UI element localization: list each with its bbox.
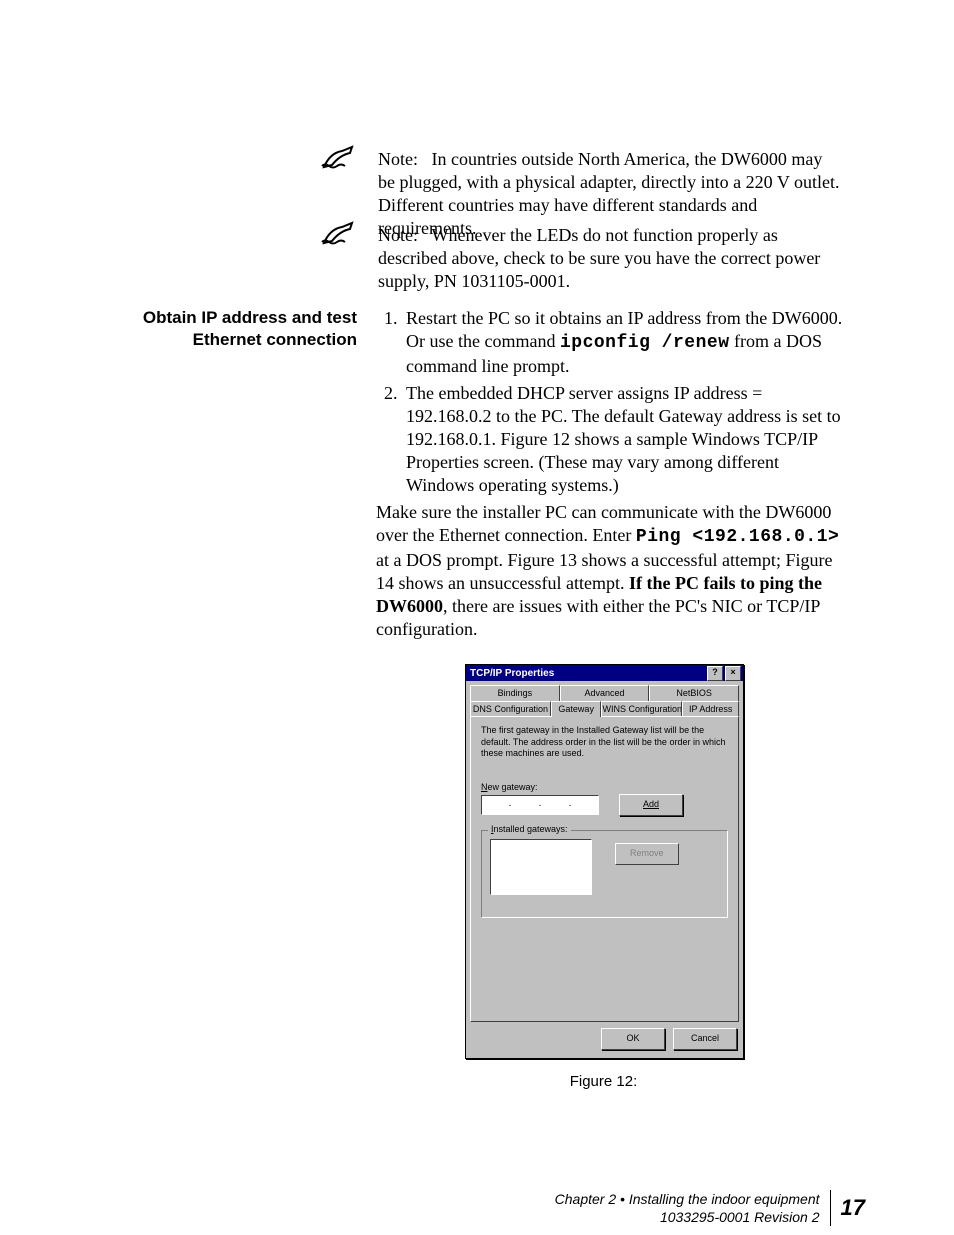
installed-gateways-label: Installed gateways:	[488, 824, 571, 834]
installed-gateways-listbox[interactable]	[490, 839, 592, 895]
steps-list: Restart the PC so it obtains an IP addre…	[378, 307, 848, 497]
installed-gateways-group: Installed gateways: Remove	[481, 830, 728, 918]
tab-netbios[interactable]: NetBIOS	[649, 685, 739, 701]
section-heading: Obtain IP address and test Ethernet conn…	[130, 307, 357, 351]
footer-line1: Chapter 2 • Installing the indoor equipm…	[555, 1190, 820, 1208]
note-2-text: Note: Whenever the LEDs do not function …	[378, 224, 840, 293]
tab-gateway[interactable]: Gateway	[551, 701, 602, 717]
tab-dns-configuration[interactable]: DNS Configuration	[470, 701, 551, 717]
new-gateway-label: New gateway:	[481, 782, 728, 792]
tab-bindings[interactable]: Bindings	[470, 685, 560, 701]
ping-paragraph: Make sure the installer PC can communica…	[376, 501, 848, 641]
page-footer: Chapter 2 • Installing the indoor equipm…	[0, 1190, 865, 1226]
para-c: , there are issues with either the PC's …	[376, 596, 820, 639]
cancel-button[interactable]: Cancel	[673, 1028, 737, 1050]
tcpip-properties-dialog: TCP/IP Properties ? × Bindings Advanced …	[465, 664, 744, 1059]
note-pen-icon	[320, 219, 362, 249]
step-2: The embedded DHCP server assigns IP addr…	[402, 382, 848, 497]
step-1: Restart the PC so it obtains an IP addre…	[402, 307, 848, 378]
tab-strip: Bindings Advanced NetBIOS DNS Configurat…	[470, 685, 739, 1022]
panel-description: The first gateway in the Installed Gatew…	[481, 725, 728, 760]
figure-caption: Figure 12:	[465, 1073, 742, 1090]
dialog-footer: OK Cancel	[466, 1022, 743, 1058]
note-1-prefix: Note:	[378, 149, 418, 169]
step-1-cmd: ipconfig /renew	[560, 333, 730, 353]
tab-ip-address[interactable]: IP Address	[682, 701, 739, 717]
note-pen-icon	[320, 143, 362, 173]
ok-button[interactable]: OK	[601, 1028, 665, 1050]
add-button[interactable]: Add	[619, 794, 683, 816]
note-2-body: Whenever the LEDs do not function proper…	[378, 225, 820, 291]
dialog-titlebar: TCP/IP Properties ? ×	[466, 665, 743, 681]
para-cmd: Ping <192.168.0.1>	[636, 527, 839, 547]
close-button[interactable]: ×	[725, 666, 741, 681]
gateway-tab-panel: The first gateway in the Installed Gatew…	[470, 716, 739, 1022]
note-block-2: Note: Whenever the LEDs do not function …	[320, 224, 840, 293]
remove-button[interactable]: Remove	[615, 843, 679, 865]
add-button-label: Add	[643, 799, 659, 809]
body-column: Restart the PC so it obtains an IP addre…	[378, 307, 848, 641]
note-2-prefix: Note:	[378, 225, 418, 245]
footer-line2: 1033295-0001 Revision 2	[555, 1208, 820, 1226]
figure-12: TCP/IP Properties ? × Bindings Advanced …	[465, 664, 742, 1090]
tab-wins-configuration[interactable]: WINS Configuration	[601, 701, 682, 717]
dialog-title: TCP/IP Properties	[468, 668, 554, 679]
new-gateway-input[interactable]: ...	[481, 795, 599, 815]
page-number: 17	[831, 1195, 865, 1221]
help-button[interactable]: ?	[707, 666, 723, 681]
footer-text: Chapter 2 • Installing the indoor equipm…	[555, 1190, 831, 1226]
tab-advanced[interactable]: Advanced	[560, 685, 650, 701]
